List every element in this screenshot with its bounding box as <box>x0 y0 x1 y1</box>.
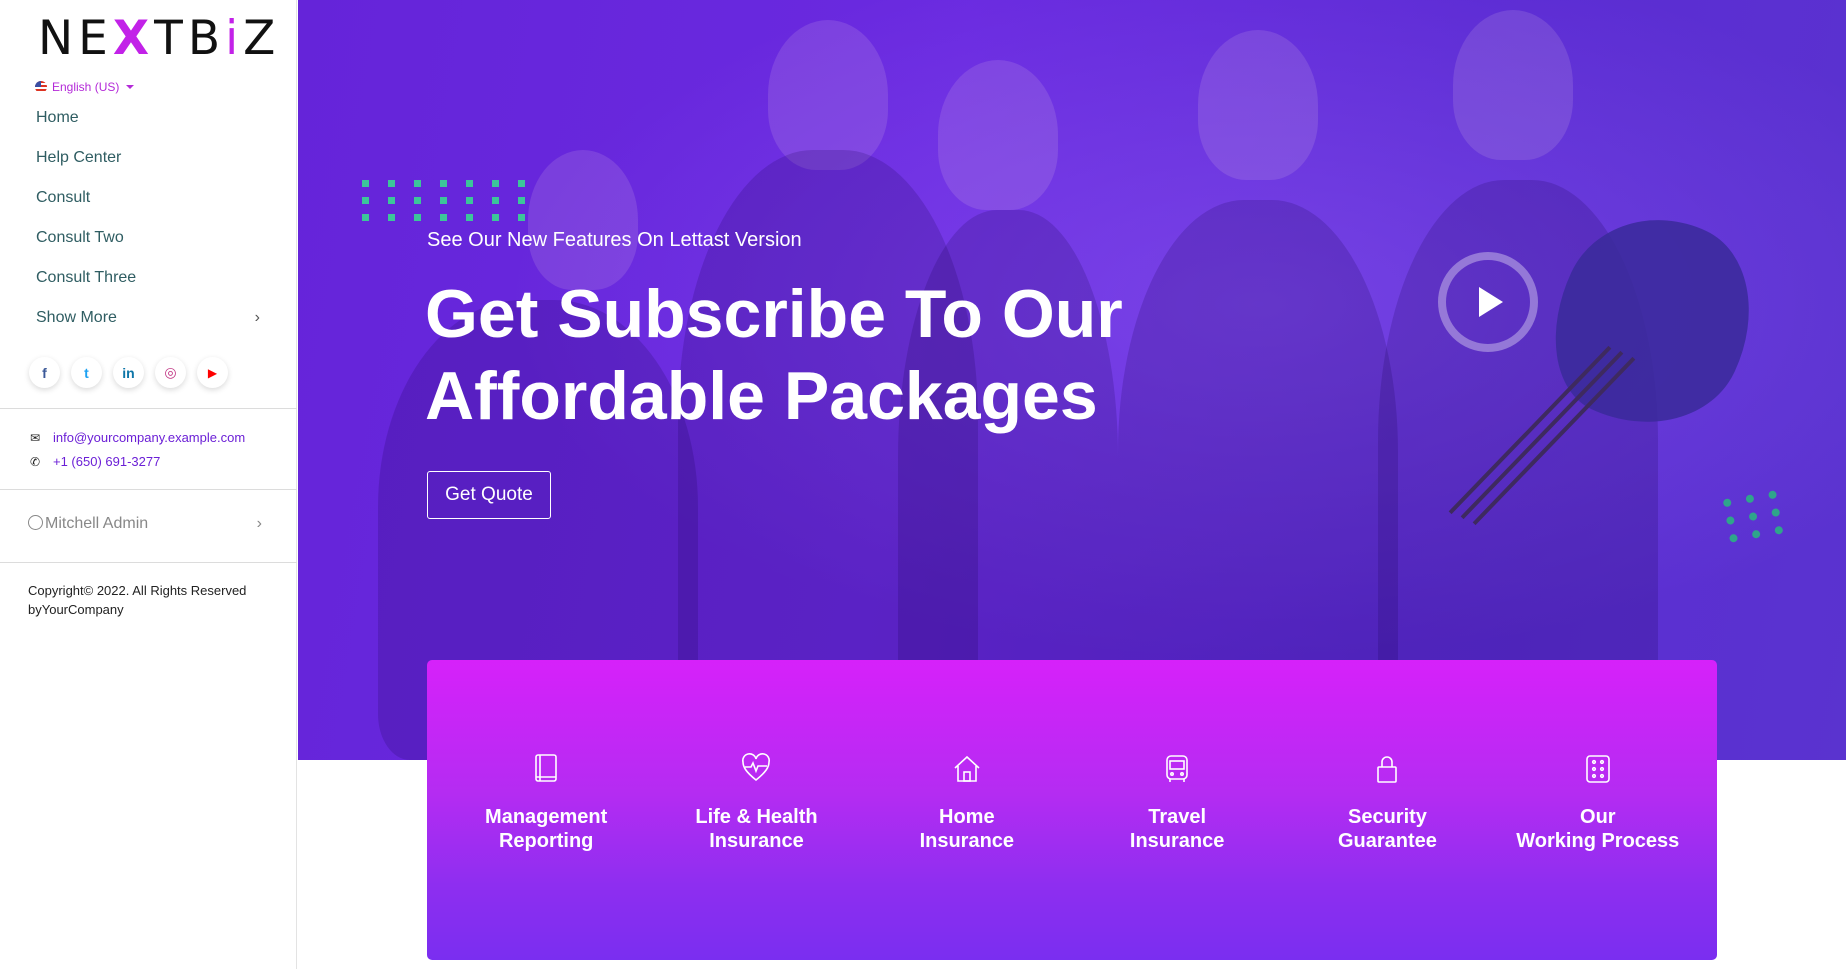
nav-item-consult-three[interactable]: Consult Three <box>36 264 260 304</box>
chevron-right-icon: › <box>256 515 262 532</box>
facebook-icon[interactable]: f <box>29 357 60 388</box>
divider <box>0 408 297 409</box>
divider <box>0 489 297 490</box>
decorative-dot-grid <box>362 180 534 221</box>
play-video-button[interactable] <box>1438 252 1538 352</box>
bus-icon <box>1166 755 1188 782</box>
user-menu[interactable]: Mitchell Admin › <box>28 515 262 533</box>
nav-item-consult-two[interactable]: Consult Two <box>36 224 260 264</box>
book-icon <box>535 754 557 782</box>
background-person <box>1198 30 1318 180</box>
divider <box>0 562 297 563</box>
lock-icon <box>1377 756 1398 783</box>
phone-link[interactable]: ✆ +1 (650) 691-3277 <box>29 454 160 469</box>
social-links: f t in ◎ ▶ <box>29 357 228 388</box>
nav-item-show-more[interactable]: Show More › <box>36 304 260 344</box>
hero-eyebrow: See Our New Features On Lettast Version <box>427 229 802 251</box>
sidebar: NEXTBiZ English (US) Home Help Center Co… <box>0 0 297 969</box>
phone-text: +1 (650) 691-3277 <box>53 454 161 469</box>
instagram-icon[interactable]: ◎ <box>155 357 186 388</box>
language-selector[interactable]: English (US) <box>35 80 135 94</box>
main-nav: Home Help Center Consult Consult Two Con… <box>36 104 260 344</box>
dice-icon <box>1585 755 1610 783</box>
twitter-icon[interactable]: t <box>71 357 102 388</box>
email-link[interactable]: ✉ info@yourcompany.example.com <box>29 430 245 445</box>
feature-life-health-insurance[interactable]: Life & Health Insurance <box>656 752 856 853</box>
nextbiz-logo[interactable]: NEXTBiZ <box>38 12 280 66</box>
features-card: Management Reporting Life & Health Insuran… <box>427 660 1717 960</box>
feature-home-insurance[interactable]: Home Insurance <box>867 752 1067 853</box>
us-flag-icon <box>35 81 47 93</box>
background-person <box>528 150 638 290</box>
feature-working-process[interactable]: Our Working Process <box>1498 752 1698 853</box>
nav-item-home[interactable]: Home <box>36 104 260 144</box>
caret-down-icon <box>126 85 135 89</box>
linkedin-icon[interactable]: in <box>113 357 144 388</box>
feature-security-guarantee[interactable]: Security Guarantee <box>1287 752 1487 853</box>
hero-headline: Get Subscribe To Our Affordable Packages <box>425 276 1123 434</box>
envelope-icon: ✉ <box>29 430 41 445</box>
decorative-dot-cluster <box>1722 489 1790 543</box>
background-person <box>1453 10 1573 160</box>
phone-icon: ✆ <box>29 454 41 469</box>
feature-management-reporting[interactable]: Management Reporting <box>446 752 646 853</box>
home-icon <box>954 755 980 782</box>
user-avatar-icon <box>28 515 43 530</box>
nav-item-consult[interactable]: Consult <box>36 184 260 224</box>
copyright-text: Copyright© 2022. All Rights Reserved byY… <box>28 583 247 617</box>
user-name: Mitchell Admin <box>45 515 149 532</box>
get-quote-button[interactable]: Get Quote <box>427 471 551 519</box>
feature-travel-insurance[interactable]: Travel Insurance <box>1077 752 1277 853</box>
chevron-right-icon: › <box>254 309 260 326</box>
nav-item-help-center[interactable]: Help Center <box>36 144 260 184</box>
background-person <box>768 20 888 170</box>
email-text: info@yourcompany.example.com <box>53 430 246 445</box>
language-label: English (US) <box>52 80 120 94</box>
background-person <box>938 60 1058 210</box>
hero-banner: See Our New Features On Lettast Version … <box>298 0 1846 760</box>
heart-pulse-icon <box>742 753 771 782</box>
youtube-icon[interactable]: ▶ <box>197 357 228 388</box>
